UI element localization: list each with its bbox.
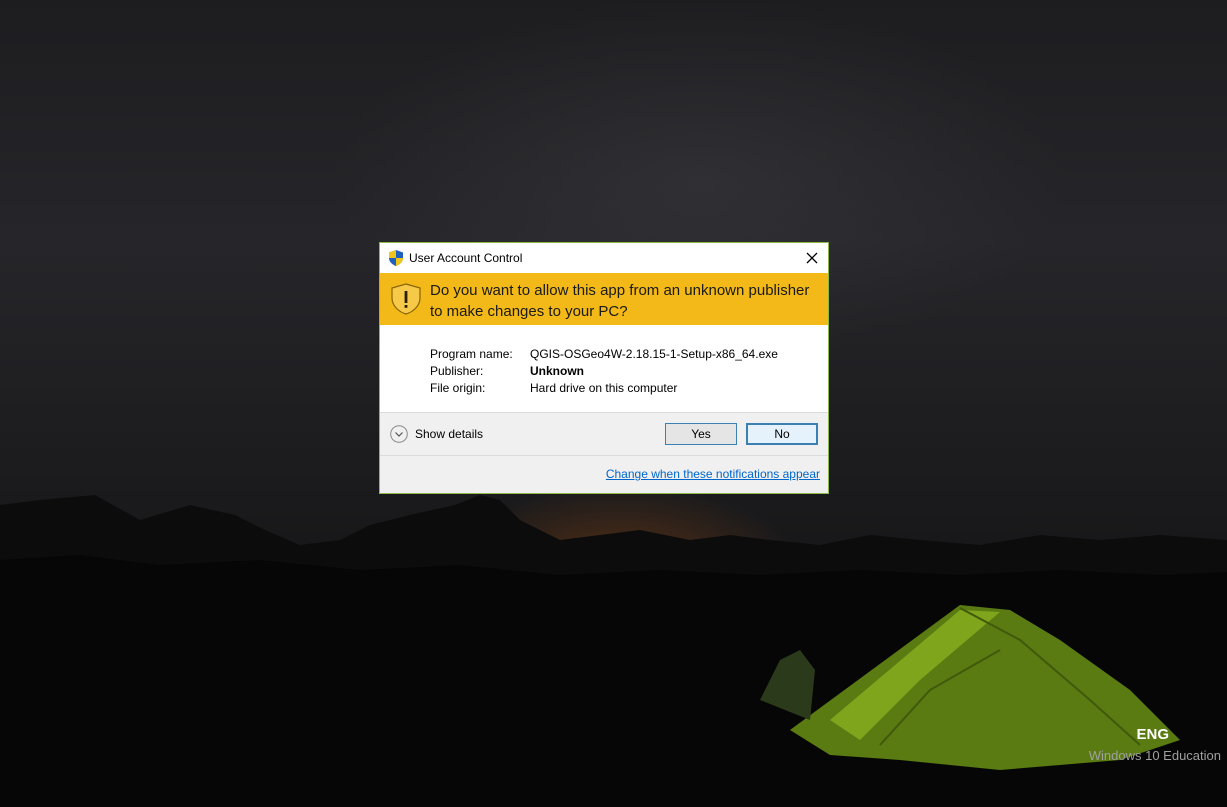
footer-divider	[380, 455, 828, 456]
warning-shield-icon	[391, 283, 421, 315]
chevron-down-icon	[390, 425, 408, 443]
dialog-footer: Show details Yes No Change when these no…	[380, 412, 828, 493]
dialog-titlebar: User Account Control	[380, 243, 828, 273]
desktop-background: ENG Windows 10 Education User Account Co…	[0, 0, 1227, 807]
detail-row-publisher: Publisher: Unknown	[430, 364, 584, 378]
detail-label: File origin:	[430, 381, 486, 395]
show-details-label: Show details	[415, 427, 484, 441]
shield-icon	[389, 250, 403, 266]
windows-edition-watermark: Windows 10 Education	[1088, 748, 1221, 763]
language-indicator[interactable]: ENG	[1136, 726, 1169, 743]
warning-banner: Do you want to allow this app from an un…	[380, 273, 828, 325]
yes-button[interactable]: Yes	[665, 423, 737, 445]
detail-label: Program name:	[430, 347, 513, 361]
detail-value: Hard drive on this computer	[530, 381, 678, 395]
detail-value: QGIS-OSGeo4W-2.18.15-1-Setup-x86_64.exe	[530, 347, 778, 361]
no-button[interactable]: No	[746, 423, 818, 445]
close-button[interactable]	[802, 248, 822, 268]
detail-value: Unknown	[530, 364, 584, 378]
detail-row-origin: File origin: Hard drive on this computer	[430, 381, 677, 395]
uac-question: Do you want to allow this app from an un…	[430, 282, 810, 320]
detail-row-program: Program name: QGIS-OSGeo4W-2.18.15-1-Setu…	[430, 347, 778, 361]
dialog-title: User Account Control	[409, 251, 523, 265]
uac-dialog: User Account Control Do you want to allo…	[379, 242, 829, 494]
show-details-toggle[interactable]: Show details	[390, 425, 483, 443]
close-icon	[806, 252, 818, 264]
program-details: Program name: QGIS-OSGeo4W-2.18.15-1-Setu…	[380, 325, 828, 412]
detail-label: Publisher:	[430, 364, 484, 378]
change-notifications-link[interactable]: Change when these notifications appear	[606, 467, 820, 481]
